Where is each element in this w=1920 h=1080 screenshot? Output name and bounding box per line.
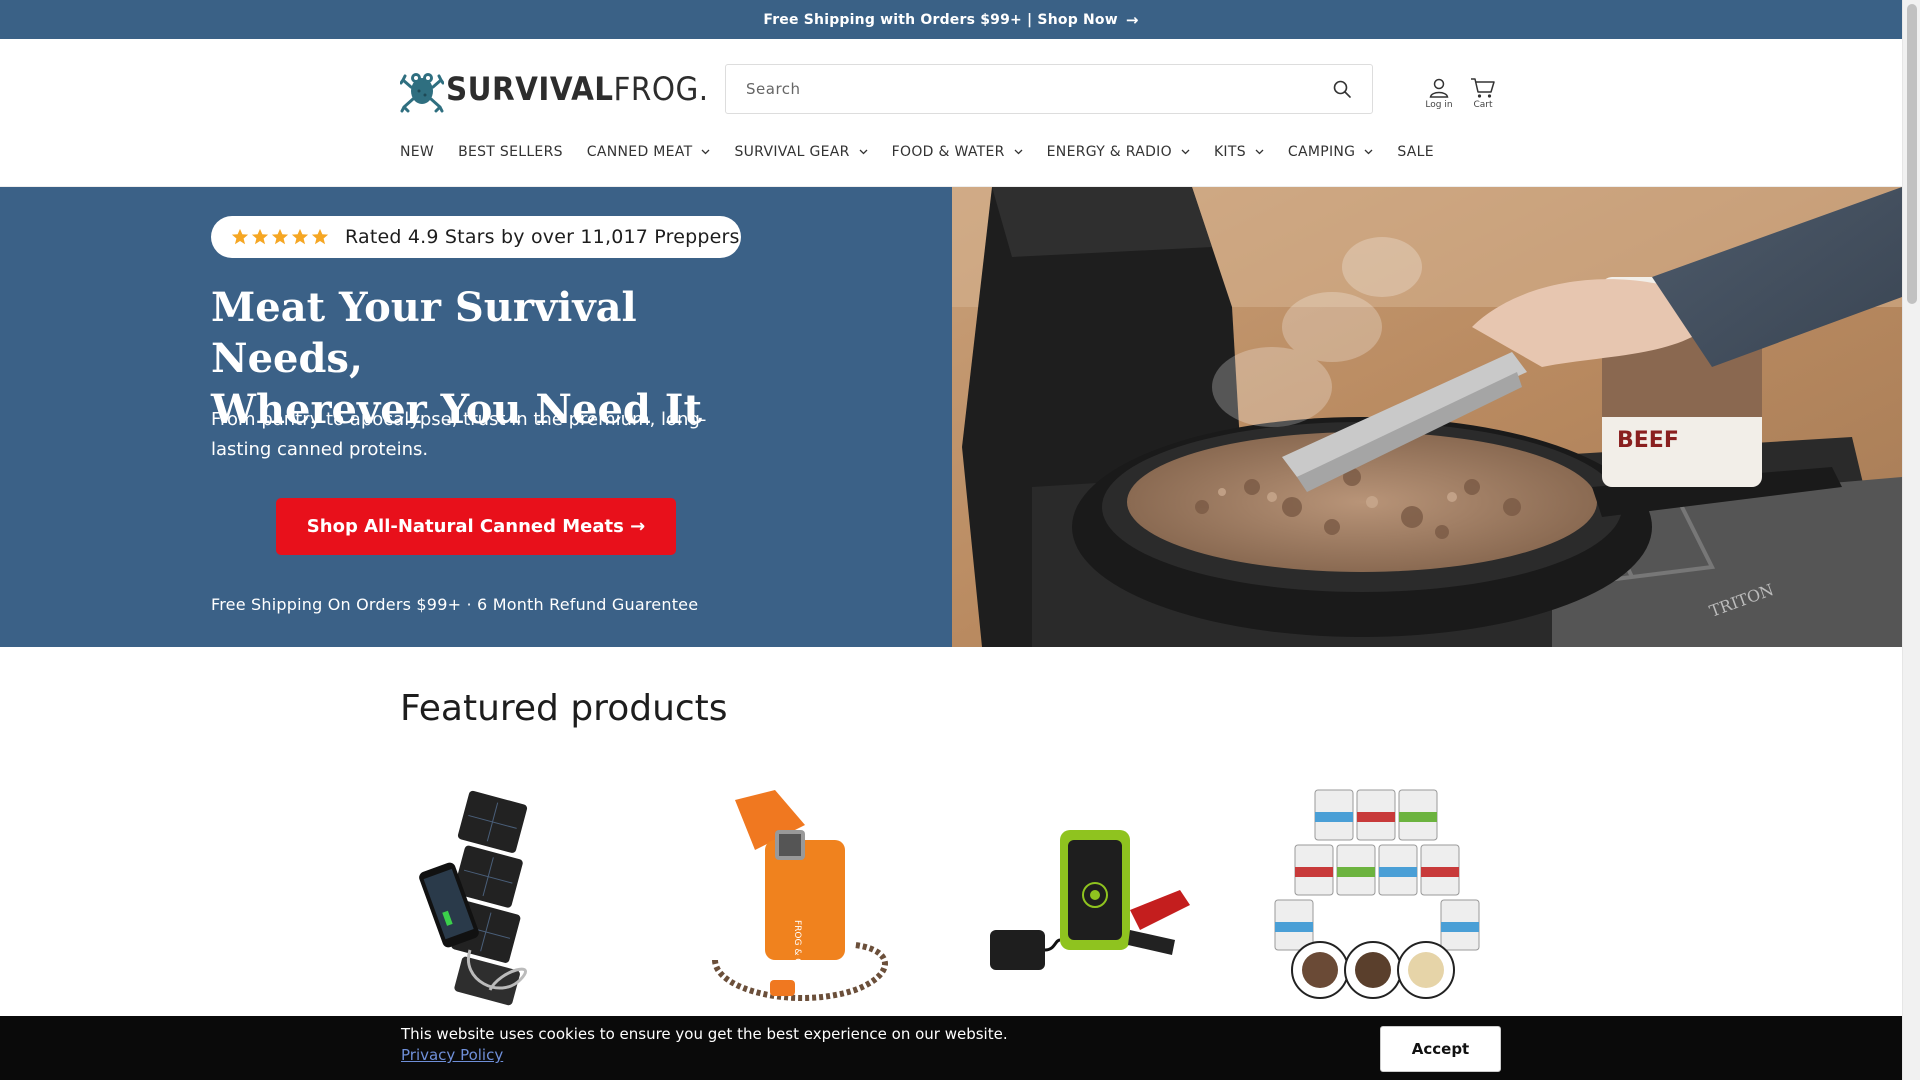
nav-label: ENERGY & RADIO — [1046, 144, 1172, 160]
lighter-image: FROG & CO. — [712, 790, 888, 1002]
nav-item-canned-meat[interactable]: CANNED MEAT — [587, 144, 711, 160]
nav-item-sale[interactable]: SALE — [1397, 144, 1434, 160]
rating-badge: Rated 4.9 Stars by over 11,017 Preppers — [211, 216, 741, 258]
cookie-message: This website uses cookies to ensure you … — [401, 1025, 1008, 1043]
arrow-right-icon: → — [1125, 10, 1139, 29]
chevron-down-icon — [701, 149, 710, 155]
nav-item-survival-gear[interactable]: SURVIVAL GEAR — [734, 144, 868, 160]
nav-label: SALE — [1397, 144, 1434, 160]
cart-label: Cart — [1473, 100, 1493, 110]
svg-text:FROG & CO.: FROG & CO. — [792, 920, 802, 974]
chevron-down-icon — [1255, 149, 1264, 155]
privacy-policy-link[interactable]: Privacy Policy — [401, 1046, 503, 1064]
cooking-photo: TRITON BEEF — [952, 187, 1902, 647]
product-grid: FROG & CO. — [400, 770, 1502, 1020]
nav-label: SURVIVAL GEAR — [734, 144, 850, 160]
jump-starter-image — [990, 830, 1190, 970]
hero-banner: Rated 4.9 Stars by over 11,017 Preppers … — [0, 187, 1902, 647]
hero-image: TRITON BEEF — [952, 187, 1902, 647]
rating-text: Rated 4.9 Stars by over 11,017 Preppers — [345, 226, 740, 248]
nav-item-energy-radio[interactable]: ENERGY & RADIO — [1047, 144, 1190, 160]
announcement-bar[interactable]: Free Shipping with Orders $99+ | Shop No… — [0, 0, 1902, 39]
search-bar — [725, 64, 1373, 114]
main-nav: NEW BEST SELLERS CANNED MEAT SURVIVAL GE… — [400, 144, 1458, 160]
frog-icon — [400, 73, 444, 113]
nav-label: BEST SELLERS — [458, 144, 563, 160]
site-header: SURVIVALFROG. Log in Cart NEW BEST SELLE… — [0, 39, 1902, 187]
star-rating — [231, 228, 329, 246]
nav-label: FOOD & WATER — [891, 144, 1005, 160]
star-icon — [231, 228, 249, 245]
user-icon — [1429, 78, 1449, 98]
cookie-banner: This website uses cookies to ensure you … — [0, 1016, 1902, 1080]
chevron-down-icon — [859, 149, 868, 155]
brand-logo[interactable]: SURVIVALFROG. — [400, 64, 731, 114]
scrollbar-thumb[interactable] — [1907, 4, 1917, 304]
nav-item-camping[interactable]: CAMPING — [1288, 144, 1373, 160]
can-label-text: BEEF — [1617, 428, 1679, 453]
brand-wordmark: SURVIVALFROG. — [446, 70, 709, 108]
product-card[interactable]: FROG & CO. — [675, 770, 950, 1020]
accept-cookies-button[interactable]: Accept — [1380, 1026, 1501, 1072]
search-icon[interactable] — [1332, 79, 1352, 99]
page-scrollbar[interactable] — [1902, 0, 1920, 1080]
star-icon — [251, 228, 269, 245]
nav-label: CAMPING — [1287, 144, 1356, 160]
shop-canned-meats-button[interactable]: Shop All-Natural Canned Meats → — [276, 498, 676, 555]
login-label: Log in — [1425, 100, 1453, 110]
nav-item-new[interactable]: NEW — [400, 144, 434, 160]
login-button[interactable]: Log in — [1419, 77, 1459, 110]
product-card[interactable] — [950, 770, 1225, 1020]
search-input[interactable] — [746, 80, 1332, 98]
nav-label: CANNED MEAT — [586, 144, 693, 160]
star-icon — [271, 228, 289, 245]
chevron-down-icon — [1181, 149, 1190, 155]
hero-fine-print: Free Shipping On Orders $99+ · 6 Month R… — [211, 595, 699, 614]
product-card[interactable] — [400, 770, 675, 1020]
nav-label: KITS — [1213, 144, 1246, 160]
cart-button[interactable]: Cart — [1463, 77, 1503, 110]
chevron-down-icon — [1364, 149, 1373, 155]
canned-meat-bundle-image — [1274, 789, 1480, 999]
nav-label: NEW — [400, 144, 435, 160]
star-icon — [291, 228, 309, 245]
chevron-down-icon — [1014, 149, 1023, 155]
hero-text-panel: Rated 4.9 Stars by over 11,017 Preppers … — [0, 187, 952, 647]
nav-item-kits[interactable]: KITS — [1214, 144, 1264, 160]
nav-item-food-water[interactable]: FOOD & WATER — [892, 144, 1023, 160]
headline-line-1: Meat Your Survival Needs, — [211, 284, 637, 382]
nav-item-best-sellers[interactable]: BEST SELLERS — [458, 144, 563, 160]
featured-title: Featured products — [400, 688, 728, 729]
star-icon — [311, 228, 329, 245]
solar-charger-image — [419, 790, 528, 1006]
announcement-text: Free Shipping with Orders $99+ | Shop No… — [763, 11, 1118, 28]
product-card[interactable] — [1225, 770, 1500, 1020]
hero-subtext: From pantry to apocalypse, trust in the … — [211, 409, 707, 460]
cart-icon — [1471, 78, 1495, 98]
